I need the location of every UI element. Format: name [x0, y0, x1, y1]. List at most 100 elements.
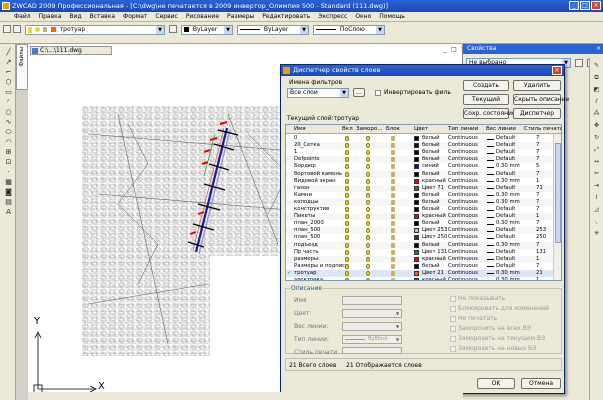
- freeze-sun-icon[interactable]: [366, 150, 370, 156]
- ok-button[interactable]: OK: [477, 378, 515, 389]
- freeze-sun-icon[interactable]: [366, 242, 370, 248]
- table-row[interactable]: ✓размеры красныйContinuous Default 1: [286, 255, 554, 263]
- layer-manager-icon[interactable]: [3, 25, 11, 33]
- erase-icon[interactable]: ✎: [592, 62, 601, 70]
- freeze-sun-icon[interactable]: [366, 136, 370, 141]
- lock-icon[interactable]: [391, 256, 395, 262]
- freeze-sun-icon[interactable]: [366, 214, 370, 220]
- circle-icon[interactable]: ○: [4, 108, 13, 116]
- lock-icon[interactable]: [391, 221, 395, 227]
- color-swatch[interactable]: [414, 214, 419, 220]
- color-swatch[interactable]: [414, 199, 419, 205]
- stretch-icon[interactable]: ↔: [592, 158, 601, 166]
- desc-linetype-field[interactable]: ByBlock ▼: [342, 335, 402, 344]
- color-swatch[interactable]: [414, 270, 419, 276]
- extend-icon[interactable]: ⇥: [592, 182, 601, 190]
- col-linetype[interactable]: Тип линии: [448, 125, 478, 134]
- table-row[interactable]: ✓план_500 Цвет 250Continuous Default 250: [286, 234, 554, 241]
- color-swatch[interactable]: [414, 256, 419, 262]
- on-bulb-icon[interactable]: [345, 178, 349, 184]
- menu-edit[interactable]: Правка: [39, 13, 62, 20]
- on-bulb-icon[interactable]: [345, 270, 349, 276]
- on-bulb-icon[interactable]: [345, 256, 349, 262]
- table-row[interactable]: ✓ тротуар Цвет 21 Continuous 0.30 mm 21: [286, 269, 554, 278]
- color-swatch[interactable]: [414, 221, 419, 227]
- freeze-sun-icon[interactable]: [366, 235, 370, 241]
- maximize-button[interactable]: □: [580, 1, 590, 10]
- chamfer-icon[interactable]: ◿: [592, 206, 601, 214]
- opt-freeze-current-checkbox[interactable]: [450, 336, 456, 342]
- hatch-icon[interactable]: ▦: [4, 178, 13, 186]
- lock-icon[interactable]: [391, 136, 395, 141]
- lock-icon[interactable]: [391, 157, 395, 163]
- mtext-icon[interactable]: A: [4, 208, 13, 216]
- table-row[interactable]: ✓колодцы белый Continuous 0.30 mm 7: [286, 198, 554, 207]
- save-state-button[interactable]: Сохр. состояние: [463, 108, 516, 119]
- lock-icon[interactable]: [391, 150, 395, 156]
- opt-freeze-all-checkbox[interactable]: [450, 326, 456, 332]
- freeze-sun-icon[interactable]: [366, 263, 370, 269]
- freeze-sun-icon[interactable]: [366, 192, 370, 198]
- layer-combo[interactable]: тротуар ▼: [25, 25, 165, 35]
- col-color[interactable]: Цвет: [414, 125, 428, 134]
- menu-tools[interactable]: Сервис: [155, 13, 177, 20]
- col-freeze[interactable]: Заморо...: [356, 125, 383, 134]
- on-bulb-icon[interactable]: [345, 235, 349, 241]
- state-manager-button[interactable]: Диспетчер: [513, 108, 561, 119]
- desc-plotstyle-field[interactable]: [342, 347, 402, 354]
- color-swatch[interactable]: [414, 235, 419, 241]
- color-swatch[interactable]: [414, 263, 419, 269]
- opt-freeze-new-checkbox[interactable]: [450, 346, 456, 352]
- on-bulb-icon[interactable]: [345, 157, 349, 163]
- color-swatch[interactable]: [414, 228, 419, 234]
- freeze-sun-icon[interactable]: [366, 199, 370, 205]
- rotate-icon[interactable]: ↻: [592, 134, 601, 142]
- ellipse-arc-icon[interactable]: ◠: [4, 138, 13, 146]
- close-button[interactable]: ×: [591, 1, 601, 10]
- freeze-sun-icon[interactable]: [366, 249, 370, 255]
- freeze-sun-icon[interactable]: [366, 171, 370, 177]
- doc-maximize-button[interactable]: □: [450, 46, 458, 54]
- lock-icon[interactable]: [391, 171, 395, 177]
- filter-combo[interactable]: Все слои ▼: [287, 88, 349, 98]
- menu-window[interactable]: Окно: [355, 13, 371, 20]
- scale-icon[interactable]: ⤢: [592, 146, 601, 154]
- freeze-sun-icon[interactable]: [366, 143, 370, 149]
- freeze-sun-icon[interactable]: [366, 256, 370, 262]
- col-plotstyle[interactable]: Стиль печати: [524, 125, 561, 134]
- array-icon[interactable]: ⁂: [592, 110, 601, 118]
- close-icon[interactable]: ×: [596, 44, 601, 54]
- opt-noplot-checkbox[interactable]: [450, 316, 456, 322]
- table-row[interactable]: ✓электрика красныйContinuous 0.30 mm 1: [286, 277, 554, 280]
- lock-icon[interactable]: [391, 192, 395, 198]
- col-name[interactable]: Имя: [294, 125, 306, 134]
- on-bulb-icon[interactable]: [345, 214, 349, 220]
- color-swatch[interactable]: [414, 242, 419, 248]
- on-bulb-icon[interactable]: [345, 221, 349, 227]
- col-lineweight[interactable]: Вес линии: [486, 125, 516, 134]
- table-row[interactable]: ✓1белыйContinuousDefault7: [286, 149, 554, 156]
- dialog-close-button[interactable]: ×: [552, 66, 562, 75]
- on-bulb-icon[interactable]: [345, 192, 349, 198]
- opt-hide-checkbox[interactable]: [450, 296, 456, 302]
- freeze-sun-icon[interactable]: [366, 270, 370, 276]
- lock-icon[interactable]: [391, 270, 395, 276]
- opt-lock-checkbox[interactable]: [450, 306, 456, 312]
- freeze-sun-icon[interactable]: [366, 178, 370, 184]
- filter-dialog-button[interactable]: ...: [353, 88, 365, 97]
- color-swatch[interactable]: [414, 207, 419, 212]
- on-bulb-icon[interactable]: [345, 199, 349, 205]
- mirror-icon[interactable]: ◩: [592, 86, 601, 94]
- fillet-icon[interactable]: ◟: [592, 218, 601, 226]
- explode-icon[interactable]: ✳: [592, 230, 601, 238]
- color-swatch[interactable]: [414, 178, 419, 184]
- new-layer-button[interactable]: Создать: [463, 80, 509, 91]
- on-bulb-icon[interactable]: [345, 263, 349, 269]
- lock-icon[interactable]: [391, 164, 395, 170]
- construction-line-icon[interactable]: ↗: [4, 58, 13, 66]
- color-swatch[interactable]: [414, 249, 419, 255]
- on-bulb-icon[interactable]: [345, 150, 349, 156]
- line-icon[interactable]: ╱: [4, 48, 13, 56]
- on-bulb-icon[interactable]: [345, 143, 349, 149]
- files-side-tab[interactable]: Файлы: [16, 44, 28, 90]
